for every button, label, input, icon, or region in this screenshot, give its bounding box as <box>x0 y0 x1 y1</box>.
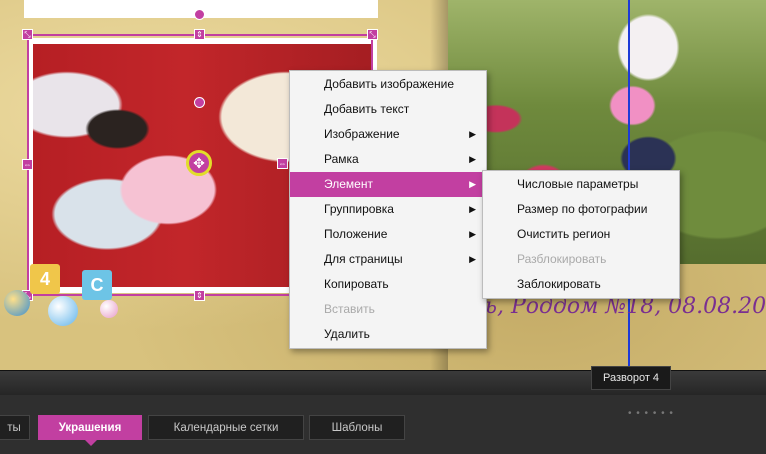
submenu-item[interactable]: Размер по фотографии <box>483 197 679 222</box>
context-menu-item[interactable]: Положение ▶ <box>290 222 486 247</box>
submenu-arrow-icon: ▶ <box>469 204 476 214</box>
context-menu: Добавить изображение Добавить текст Изобра… <box>289 70 487 349</box>
toy-ring-icon <box>100 300 118 318</box>
resize-handle-top[interactable]: ⇕ <box>194 29 205 40</box>
submenu-arrow-icon: ▶ <box>469 254 476 264</box>
toy-ball-icon <box>4 290 30 316</box>
spread-tooltip: Разворот 4 <box>591 366 672 390</box>
element-submenu: Числовые параметры Размер по фотографии Оч… <box>482 170 680 299</box>
menu-item-label: Изображение <box>324 127 400 141</box>
context-menu-item[interactable]: Добавить текст <box>290 97 486 122</box>
menu-item-label: Добавить текст <box>324 102 410 116</box>
submenu-item[interactable]: Очистить регион <box>483 222 679 247</box>
tab-calendar-grids[interactable]: Календарные сетки <box>148 415 304 440</box>
menu-item-label: Очистить регион <box>517 227 611 241</box>
toy-ball-icon <box>48 296 78 326</box>
context-menu-item[interactable]: Удалить <box>290 322 486 347</box>
tab-prev[interactable]: ты <box>0 415 30 440</box>
submenu-arrow-icon: ▶ <box>469 154 476 164</box>
tab-decorations[interactable]: Украшения <box>38 415 142 440</box>
menu-item-label: Размер по фотографии <box>517 202 648 216</box>
toy-block-c: C <box>82 270 112 300</box>
menu-item-label: Для страницы <box>324 252 403 266</box>
context-menu-item[interactable]: Для страницы ▶ <box>290 247 486 272</box>
menu-item-label: Копировать <box>324 277 389 291</box>
menu-item-label: Группировка <box>324 202 394 216</box>
submenu-item[interactable]: Заблокировать <box>483 272 679 297</box>
decor-toy-blocks[interactable]: 4 C <box>4 262 124 332</box>
submenu-item: Разблокировать <box>483 247 679 272</box>
toy-block-4: 4 <box>30 264 60 294</box>
resize-handle-bottom[interactable]: ⇕ <box>194 290 205 301</box>
rotate-handle-inner[interactable] <box>194 97 205 108</box>
active-tab-pointer <box>85 440 97 446</box>
move-icon[interactable]: ✥ <box>186 150 212 176</box>
resize-handle-top-left[interactable]: ⤡ <box>22 29 33 40</box>
context-menu-item: Вставить <box>290 297 486 322</box>
resize-handle-left[interactable]: ⇔ <box>22 159 33 170</box>
submenu-arrow-icon: ▶ <box>469 229 476 239</box>
album-canvas[interactable]: ь, Роддом №18, 08.08.20 ⤡ ⇕ ⤡ ⇔ ⇕ ⤡ ⇔ ✥ … <box>0 0 766 370</box>
context-menu-item[interactable]: Добавить изображение <box>290 72 486 97</box>
submenu-arrow-icon: ▶ <box>469 179 476 189</box>
menu-item-label: Элемент <box>324 177 373 191</box>
resize-handle-inner-right[interactable]: ⇔ <box>277 158 288 169</box>
rotate-handle-top[interactable] <box>194 9 205 20</box>
context-menu-item[interactable]: Изображение ▶ <box>290 122 486 147</box>
menu-item-label: Добавить изображение <box>324 77 455 91</box>
context-menu-item[interactable]: Группировка ▶ <box>290 197 486 222</box>
menu-item-label: Числовые параметры <box>517 177 639 191</box>
submenu-item[interactable]: Числовые параметры <box>483 172 679 197</box>
menu-item-label: Положение <box>324 227 388 241</box>
menu-item-label: Рамка <box>324 152 359 166</box>
resize-handle-top-right[interactable]: ⤡ <box>367 29 378 40</box>
context-menu-item[interactable]: Рамка ▶ <box>290 147 486 172</box>
context-menu-item[interactable]: Элемент ▶ <box>290 172 486 197</box>
menu-item-label: Разблокировать <box>517 252 607 266</box>
menu-item-label: Удалить <box>324 327 370 341</box>
panel-resize-grip[interactable]: • • • • • • <box>628 408 674 419</box>
menu-item-label: Вставить <box>324 302 375 316</box>
submenu-arrow-icon: ▶ <box>469 129 476 139</box>
tab-templates[interactable]: Шаблоны <box>309 415 405 440</box>
context-menu-item[interactable]: Копировать <box>290 272 486 297</box>
menu-item-label: Заблокировать <box>517 277 601 291</box>
